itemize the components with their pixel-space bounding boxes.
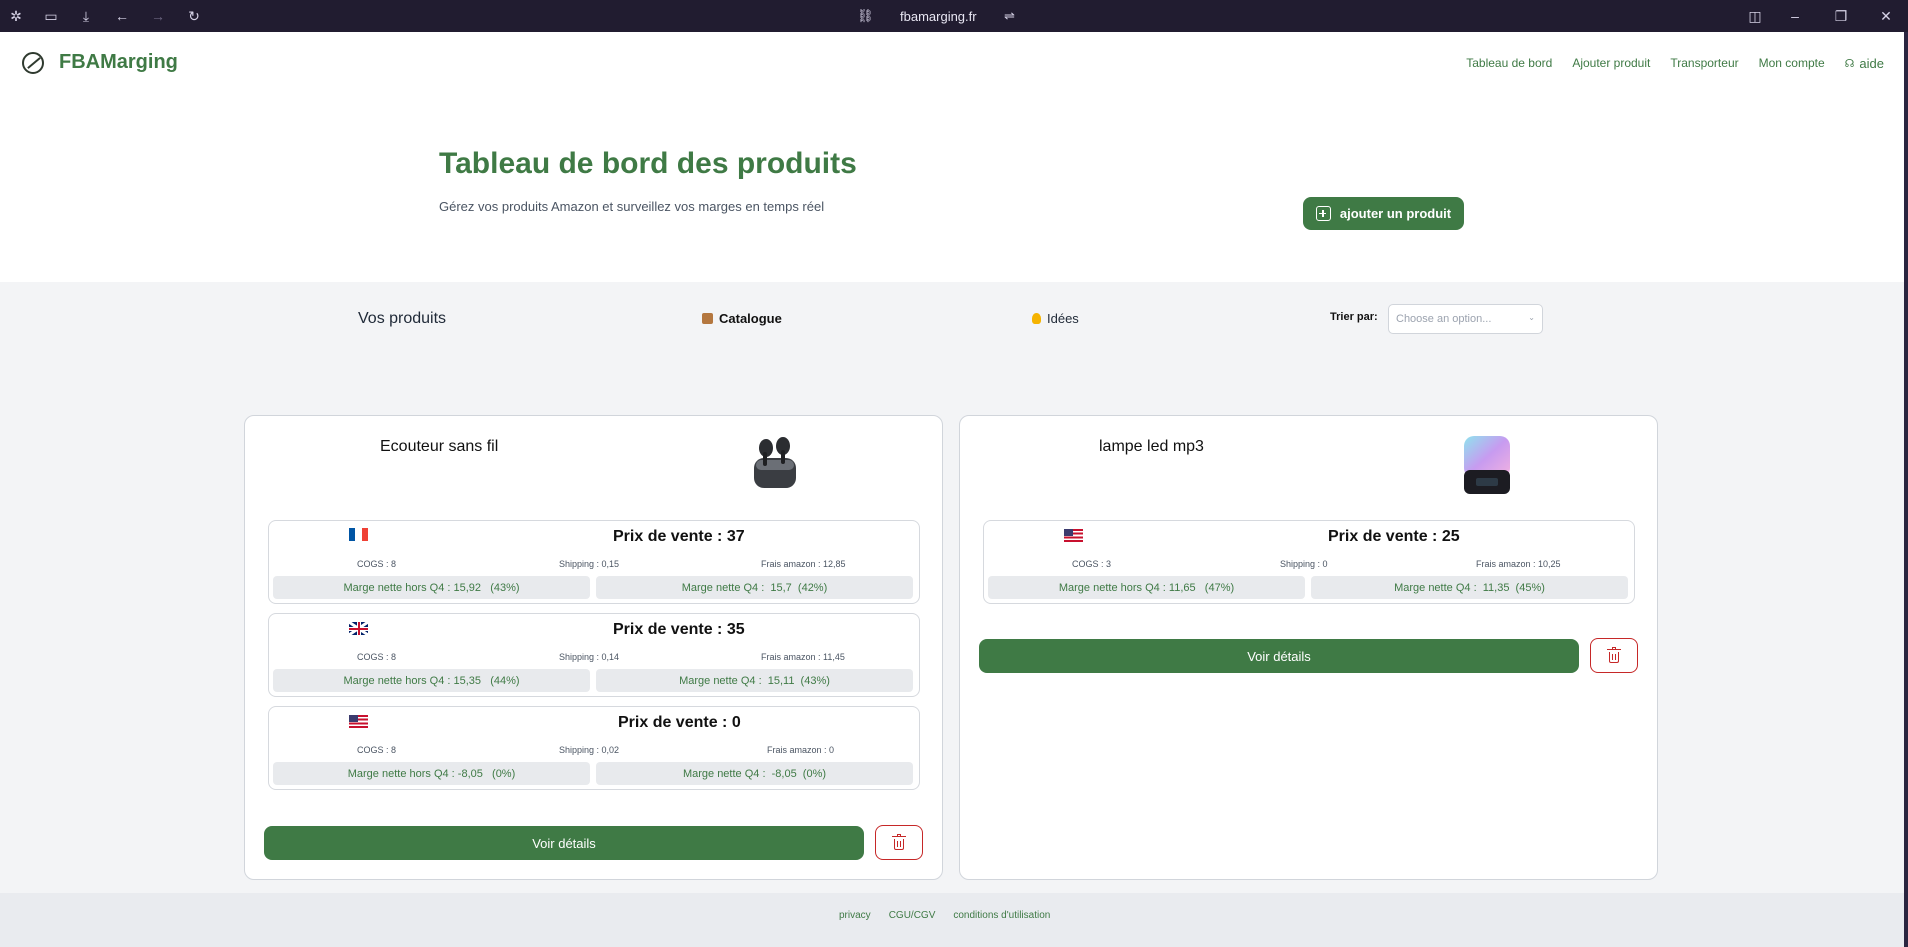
shipping-value: Shipping : 0: [1280, 559, 1328, 569]
product-name: lampe led mp3: [1099, 438, 1204, 455]
tab-ideas[interactable]: Idées: [1032, 311, 1079, 326]
logo-icon[interactable]: [22, 52, 44, 74]
products-heading: Vos produits: [358, 310, 447, 327]
tune-icon[interactable]: ⇌: [1004, 8, 1015, 24]
plus-square-icon: [1315, 206, 1331, 221]
close-icon[interactable]: ✕: [1878, 8, 1894, 24]
nav-link-account[interactable]: Mon compte: [1759, 56, 1825, 71]
margin-non-q4: Marge nette hors Q4 : 11,65 (47%): [988, 576, 1305, 599]
cogs-value: COGS : 8: [357, 652, 397, 662]
package-icon: [702, 313, 713, 324]
product-card: Ecouteur sans fil Prix de vente : 37 COG…: [244, 415, 943, 880]
download-icon[interactable]: ⤓: [78, 8, 94, 24]
help-label: aide: [1859, 56, 1884, 71]
shipping-value: Shipping : 0,14: [559, 652, 620, 662]
margin-non-q4: Marge nette hors Q4 : 15,35 (44%): [273, 669, 590, 692]
headset-icon: ☊: [1844, 58, 1855, 70]
footer-link-privacy[interactable]: privacy: [839, 910, 871, 921]
market-row: Prix de vente : 37 COGS : 8 Shipping : 0…: [268, 520, 920, 604]
reload-icon[interactable]: ↻: [186, 8, 202, 24]
amazon-fees-value: Frais amazon : 12,85: [761, 559, 846, 569]
add-product-label: ajouter un produit: [1339, 206, 1452, 221]
view-details-button[interactable]: Voir détails: [264, 826, 864, 860]
view-details-button[interactable]: Voir détails: [979, 639, 1579, 673]
margin-non-q4: Marge nette hors Q4 : -8,05 (0%): [273, 762, 590, 785]
split-view-icon[interactable]: ◫: [1747, 8, 1763, 24]
minimize-icon[interactable]: –: [1787, 8, 1803, 24]
back-icon[interactable]: ←: [114, 8, 130, 24]
products-section: Vos produits Catalogue Idées Trier par: …: [0, 282, 1904, 893]
sale-price: Prix de vente : 0: [618, 714, 741, 731]
sort-placeholder: Choose an option...: [1396, 313, 1492, 325]
filter-bar: Vos produits Catalogue Idées Trier par: …: [0, 282, 1904, 352]
market-row: Prix de vente : 25 COGS : 3 Shipping : 0…: [983, 520, 1635, 604]
link-icon[interactable]: ⛓: [857, 8, 874, 24]
market-row: Prix de vente : 0 COGS : 8 Shipping : 0,…: [268, 706, 920, 790]
amazon-fees-value: Frais amazon : 10,25: [1476, 559, 1561, 569]
tab-ideas-label: Idées: [1047, 311, 1079, 326]
address-bar[interactable]: fbamarging.fr: [900, 9, 977, 24]
earbuds-image: [754, 437, 796, 488]
france-flag-icon: [349, 528, 368, 541]
nav-links: Tableau de bord Ajouter produit Transpor…: [1466, 56, 1884, 71]
navbar: FBAMarging Tableau de bord Ajouter produ…: [0, 32, 1904, 94]
tab-catalogue-label: Catalogue: [719, 311, 782, 326]
delete-button[interactable]: [875, 825, 923, 860]
us-flag-icon: [1064, 529, 1083, 542]
trash-icon: [1607, 646, 1621, 663]
footer-link-cgu[interactable]: CGU/CGV: [889, 910, 936, 921]
margin-q4: Marge nette Q4 : 15,7 (42%): [596, 576, 913, 599]
lightbulb-icon: [1032, 313, 1041, 324]
margin-q4: Marge nette Q4 : -8,05 (0%): [596, 762, 913, 785]
market-row: Prix de vente : 35 COGS : 8 Shipping : 0…: [268, 613, 920, 697]
brand-name[interactable]: FBAMarging: [59, 51, 178, 74]
lamp-image: [1464, 436, 1510, 494]
product-name: Ecouteur sans fil: [380, 438, 499, 455]
footer-links: privacy CGU/CGV conditions d'utilisation: [839, 910, 1068, 921]
nav-link-add-product[interactable]: Ajouter produit: [1572, 56, 1650, 71]
margin-q4: Marge nette Q4 : 15,11 (43%): [596, 669, 913, 692]
product-card: lampe led mp3 Prix de vente : 25 COGS : …: [959, 415, 1658, 880]
add-product-button[interactable]: ajouter un produit: [1303, 197, 1464, 230]
amazon-fees-value: Frais amazon : 0: [767, 745, 835, 755]
trash-icon: [892, 833, 906, 850]
margin-q4: Marge nette Q4 : 11,35 (45%): [1311, 576, 1628, 599]
cogs-value: COGS : 8: [357, 559, 397, 569]
app-icon[interactable]: ✲: [8, 8, 24, 24]
cogs-value: COGS : 8: [357, 745, 397, 755]
footer-link-conditions[interactable]: conditions d'utilisation: [953, 910, 1050, 921]
forward-icon[interactable]: →: [150, 8, 166, 24]
cogs-value: COGS : 3: [1072, 559, 1112, 569]
tab-catalogue[interactable]: Catalogue: [702, 311, 782, 326]
browser-toolbar: ✲ ▭ ⤓ ← → ↻ ⛓ fbamarging.fr ⇌ ◫ – ❐ ✕: [0, 0, 1908, 32]
chevron-down-icon: ⌄: [1528, 313, 1535, 322]
delete-button[interactable]: [1590, 638, 1638, 673]
nav-link-dashboard[interactable]: Tableau de bord: [1466, 56, 1552, 71]
shipping-value: Shipping : 0,15: [559, 559, 620, 569]
margin-non-q4: Marge nette hors Q4 : 15,92 (43%): [273, 576, 590, 599]
page-title: Tableau de bord des produits: [439, 147, 857, 180]
restore-icon[interactable]: ❐: [1833, 8, 1849, 24]
nav-link-carrier[interactable]: Transporteur: [1670, 56, 1738, 71]
page: FBAMarging Tableau de bord Ajouter produ…: [0, 32, 1904, 947]
sale-price: Prix de vente : 37: [613, 528, 745, 545]
amazon-fees-value: Frais amazon : 11,45: [761, 652, 845, 662]
sort-select[interactable]: Choose an option... ⌄: [1388, 304, 1543, 334]
us-flag-icon: [349, 715, 368, 728]
sale-price: Prix de vente : 35: [613, 621, 745, 638]
uk-flag-icon: [349, 622, 368, 635]
nav-link-help[interactable]: ☊ aide: [1845, 56, 1884, 71]
shipping-value: Shipping : 0,02: [559, 745, 620, 755]
page-subtitle: Gérez vos produits Amazon et surveillez …: [439, 199, 825, 214]
sidebar-icon[interactable]: ▭: [43, 8, 59, 24]
scrollbar[interactable]: [1904, 32, 1908, 947]
sale-price: Prix de vente : 25: [1328, 528, 1460, 545]
sort-label: Trier par:: [1330, 311, 1378, 323]
